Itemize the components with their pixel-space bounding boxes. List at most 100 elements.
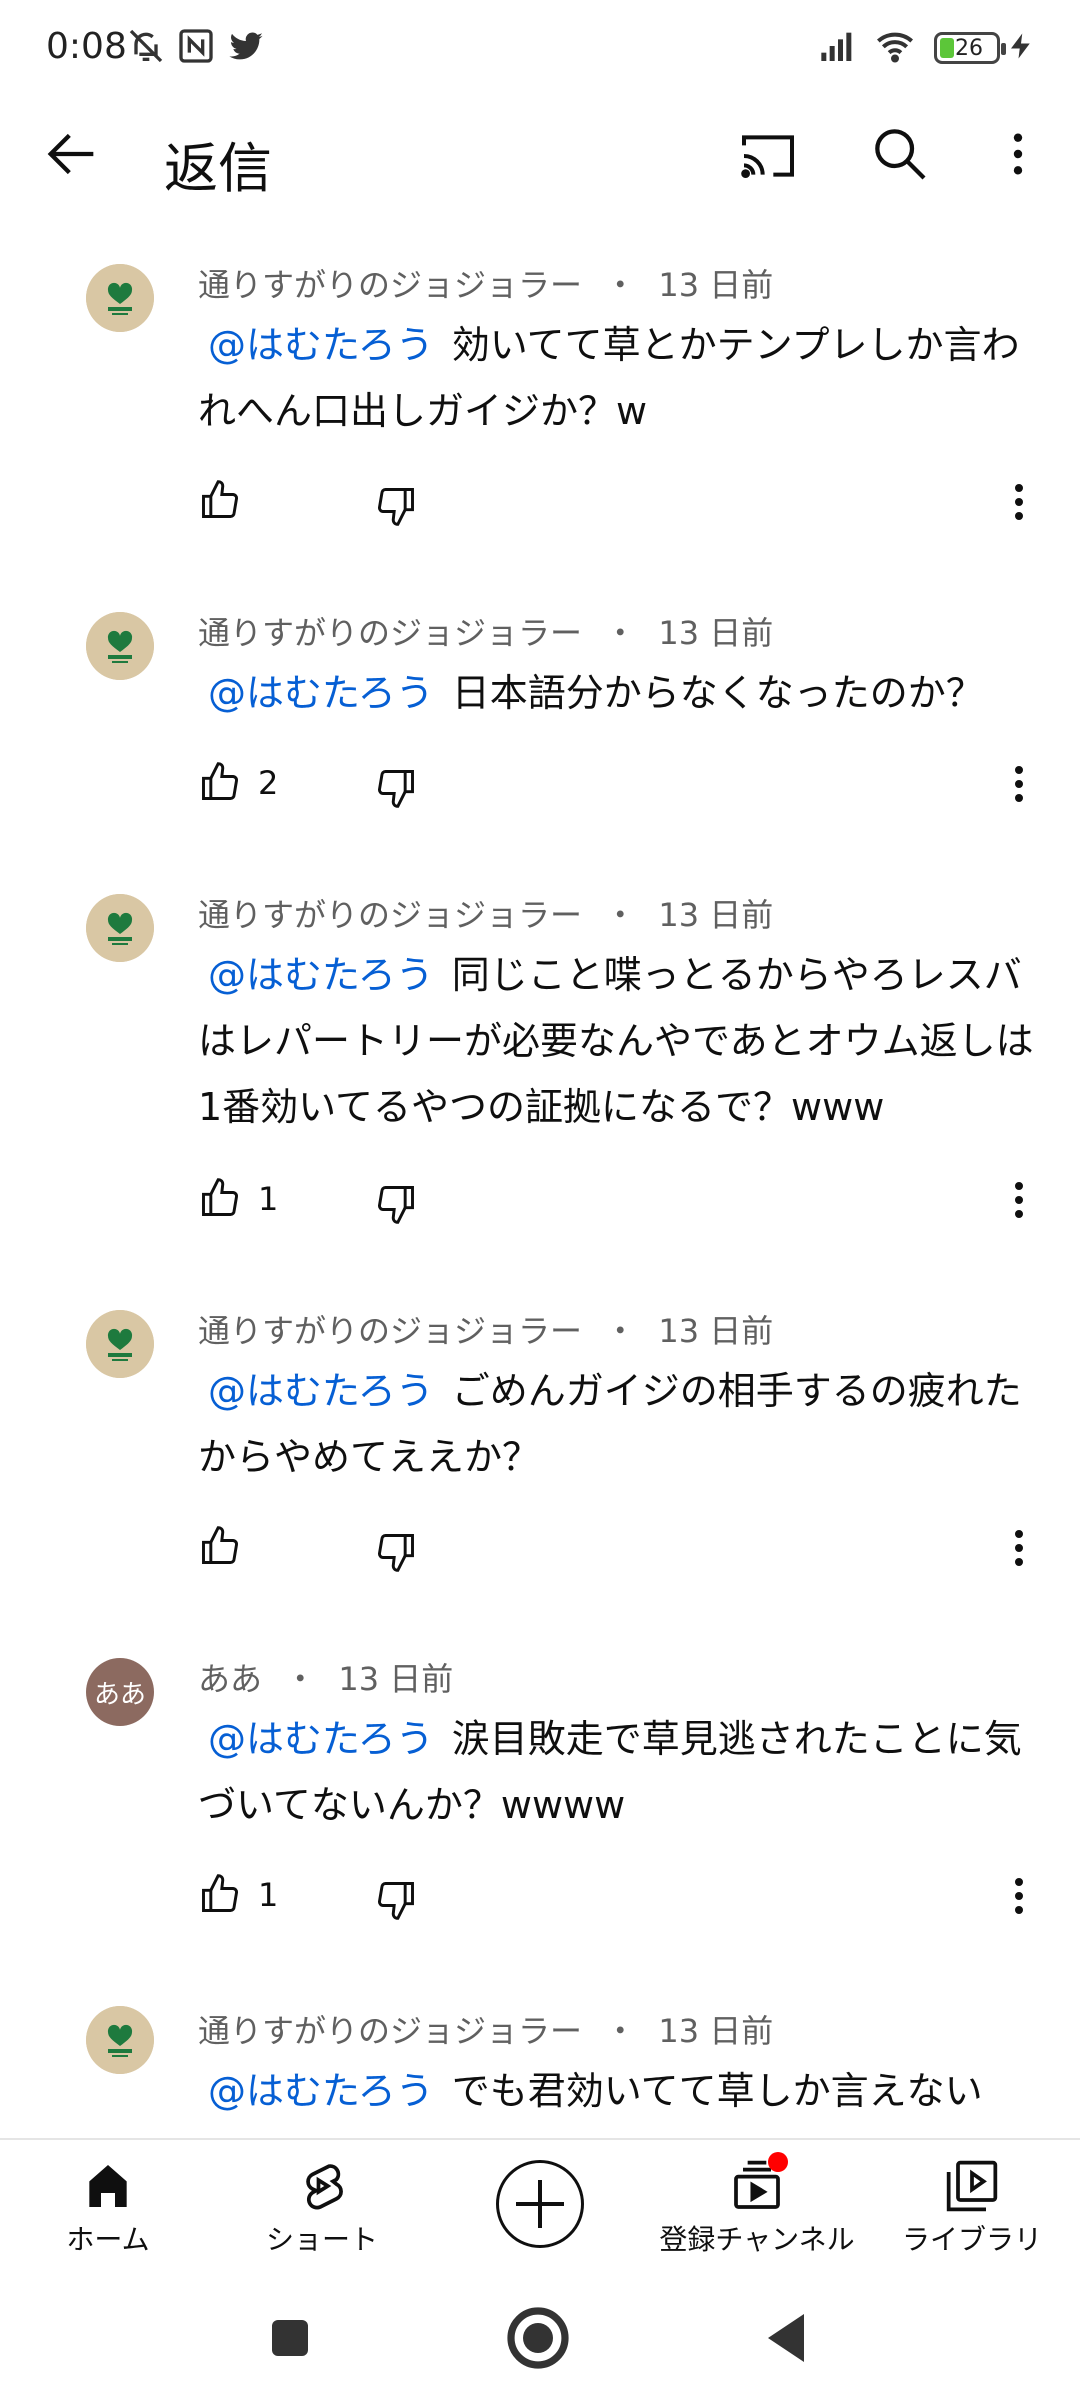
twitter-icon (229, 32, 263, 60)
nav-subscriptions-label: 登録チャンネル (659, 2223, 855, 2256)
mention-link[interactable]: @はむたろう (208, 323, 434, 367)
avatar[interactable] (86, 264, 154, 332)
comment-author[interactable]: 通りすがりのジョジョラー (198, 614, 582, 652)
library-icon (946, 2160, 998, 2212)
nav-home-label: ホーム (66, 2223, 150, 2256)
dislike-icon[interactable] (374, 1878, 418, 1922)
avatar[interactable] (86, 894, 154, 962)
comment-more-icon[interactable] (1004, 478, 1034, 526)
comment-more-icon[interactable] (1004, 1872, 1034, 1920)
avatar[interactable] (86, 612, 154, 680)
comment-actions: 1 (198, 1872, 1058, 1932)
home-system-icon[interactable] (502, 2302, 574, 2374)
mention-link[interactable]: @はむたろう (208, 1369, 434, 1413)
create-button[interactable] (496, 2160, 584, 2248)
signal-icon (821, 32, 852, 61)
like-icon[interactable] (198, 1176, 242, 1220)
app-bar: 返信 (0, 100, 1080, 212)
like-icon[interactable] (198, 1872, 242, 1916)
comment-age: 13 日前 (338, 1660, 454, 1698)
meta-separator: ・ (604, 2012, 637, 2050)
like-count: 1 (258, 1876, 279, 1914)
comment-age: 13 日前 (658, 614, 774, 652)
comment-age: 13 日前 (658, 896, 774, 934)
bottom-nav: ホーム ショート 登録チャンネル ライブラリ (0, 2138, 1080, 2276)
comment-age: 13 日前 (658, 266, 774, 304)
comment-age: 13 日前 (658, 1312, 774, 1350)
dislike-icon[interactable] (374, 1530, 418, 1574)
like-icon[interactable] (198, 760, 242, 804)
comment-author[interactable]: 通りすがりのジョジョラー (198, 896, 582, 934)
like-count: 2 (258, 764, 279, 802)
shorts-icon (306, 2164, 343, 2210)
dislike-icon[interactable] (374, 484, 418, 528)
meta-separator: ・ (604, 1312, 637, 1350)
back-arrow-icon[interactable] (40, 122, 104, 186)
nav-library[interactable]: ライブラリ (872, 2158, 1072, 2278)
comment-age: 13 日前 (658, 2012, 774, 2050)
wifi-icon (877, 32, 913, 63)
comment-author[interactable]: 通りすがりのジョジョラー (198, 2012, 582, 2050)
comment-more-icon[interactable] (1004, 1524, 1034, 1572)
comment-text: @はむたろう 効いてて草とかテンプレしか言われへん口出しガイジか？w (198, 312, 1048, 444)
notification-dot (768, 2152, 788, 2172)
muted-bell-icon (129, 29, 163, 63)
charging-icon (1011, 33, 1030, 59)
nav-shorts-label: ショート (265, 2223, 378, 2256)
meta-separator: ・ (604, 266, 637, 304)
cast-icon[interactable] (736, 124, 800, 188)
comment-actions (198, 478, 1058, 538)
mention-link[interactable]: @はむたろう (208, 1717, 434, 1761)
comment-meta: 通りすがりのジョジョラー ・ 13 日前 (198, 1306, 773, 1352)
page-title: 返信 (164, 137, 272, 200)
like-count: 1 (258, 1180, 279, 1218)
comment-more-icon[interactable] (1004, 1176, 1034, 1224)
comment-text: @はむたろう でも君効いてて草しか言えない (198, 2058, 1048, 2124)
nav-subscriptions[interactable]: 登録チャンネル (652, 2158, 862, 2278)
comment-actions: 2 (198, 760, 1058, 820)
nav-library-label: ライブラリ (901, 2223, 1042, 2256)
status-bar: 0:08 26 (0, 0, 1080, 100)
comment-text: @はむたろう ごめんガイジの相手するの疲れたからやめてええか？ (198, 1358, 1048, 1490)
comment-item: 通りすがりのジョジョラー ・ 13 日前 @はむたろう でも君効いてて草しか言えな… (0, 2006, 1080, 2138)
home-icon (89, 2165, 127, 2207)
avatar[interactable] (86, 2006, 154, 2074)
comment-author[interactable]: ああ (198, 1660, 262, 1698)
comment-meta: 通りすがりのジョジョラー ・ 13 日前 (198, 608, 773, 654)
mention-link[interactable]: @はむたろう (208, 953, 434, 997)
battery-icon: 26 (934, 32, 1006, 64)
meta-separator: ・ (284, 1660, 317, 1698)
comment-actions (198, 1524, 1058, 1584)
comment-body: 日本語分からなくなったのか？ (451, 671, 984, 715)
mention-link[interactable]: @はむたろう (208, 671, 434, 715)
back-system-icon[interactable] (750, 2302, 822, 2374)
meta-separator: ・ (604, 614, 637, 652)
comment-author[interactable]: 通りすがりのジョジョラー (198, 1312, 582, 1350)
dislike-icon[interactable] (374, 1182, 418, 1226)
like-icon[interactable] (198, 1524, 242, 1568)
avatar[interactable] (86, 1310, 154, 1378)
search-icon[interactable] (868, 122, 932, 186)
battery-percent: 26 (955, 36, 983, 61)
nav-home[interactable]: ホーム (8, 2158, 208, 2278)
mention-link[interactable]: @はむたろう (208, 2069, 434, 2113)
like-icon[interactable] (198, 478, 242, 522)
nav-shorts[interactable]: ショート (222, 2158, 422, 2278)
comment-meta: ああ ・ 13 日前 (198, 1654, 453, 1700)
comment-text: @はむたろう 日本語分からなくなったのか？ (198, 660, 1048, 726)
meta-separator: ・ (604, 896, 637, 934)
comment-meta: 通りすがりのジョジョラー ・ 13 日前 (198, 260, 773, 306)
nfc-icon (179, 29, 213, 63)
comment-author[interactable]: 通りすがりのジョジョラー (198, 266, 582, 304)
comment-text: @はむたろう 涙目敗走で草見逃されたことに気づいてないんか？wwww (198, 1706, 1048, 1838)
comment-more-icon[interactable] (1004, 760, 1034, 808)
comment-meta: 通りすがりのジョジョラー ・ 13 日前 (198, 890, 773, 936)
comment-actions: 1 (198, 1176, 1058, 1236)
more-vert-icon[interactable] (990, 122, 1046, 186)
dislike-icon[interactable] (374, 766, 418, 810)
system-nav (0, 2276, 1080, 2400)
avatar-initials: ああ (93, 1679, 146, 1710)
avatar[interactable]: ああ (86, 1658, 154, 1726)
recent-apps-icon[interactable] (254, 2302, 326, 2374)
comment-meta: 通りすがりのジョジョラー ・ 13 日前 (198, 2006, 773, 2052)
